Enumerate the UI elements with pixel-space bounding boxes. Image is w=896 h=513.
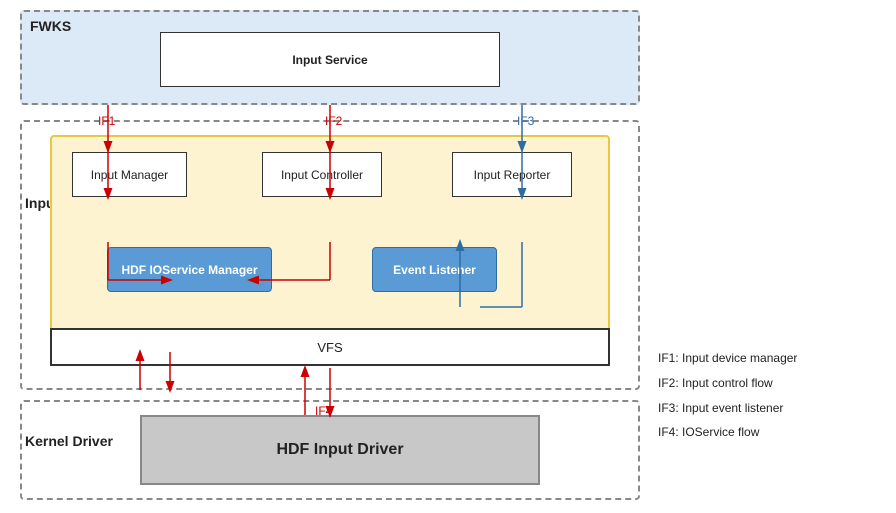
input-service-box: Input Service xyxy=(160,32,500,87)
inner-yellow-area: Input Manager Input Controller Input Rep… xyxy=(50,135,610,350)
legend-if1: IF1: Input device manager xyxy=(658,350,878,367)
hdf-ioservice-box: HDF IOService Manager xyxy=(107,247,272,292)
legend-if3: IF3: Input event listener xyxy=(658,400,878,417)
input-service-label: Input Service xyxy=(292,53,367,67)
vfs-box: VFS xyxy=(50,328,610,366)
fwks-label: FWKS xyxy=(30,18,71,34)
legend-if4: IF4: IOService flow xyxy=(658,424,878,441)
input-manager-box: Input Manager xyxy=(72,152,187,197)
input-reporter-box: Input Reporter xyxy=(452,152,572,197)
kernel-label: Kernel Driver xyxy=(25,433,113,449)
input-controller-box: Input Controller xyxy=(262,152,382,197)
legend: IF1: Input device manager IF2: Input con… xyxy=(658,350,878,449)
hdf-driver-box: HDF Input Driver xyxy=(140,415,540,485)
fwks-section: Input Service xyxy=(20,10,640,105)
diagram-container: Input Service FWKS Input-HDI Input Manag… xyxy=(0,0,896,513)
event-listener-box: Event Listener xyxy=(372,247,497,292)
legend-if2: IF2: Input control flow xyxy=(658,375,878,392)
